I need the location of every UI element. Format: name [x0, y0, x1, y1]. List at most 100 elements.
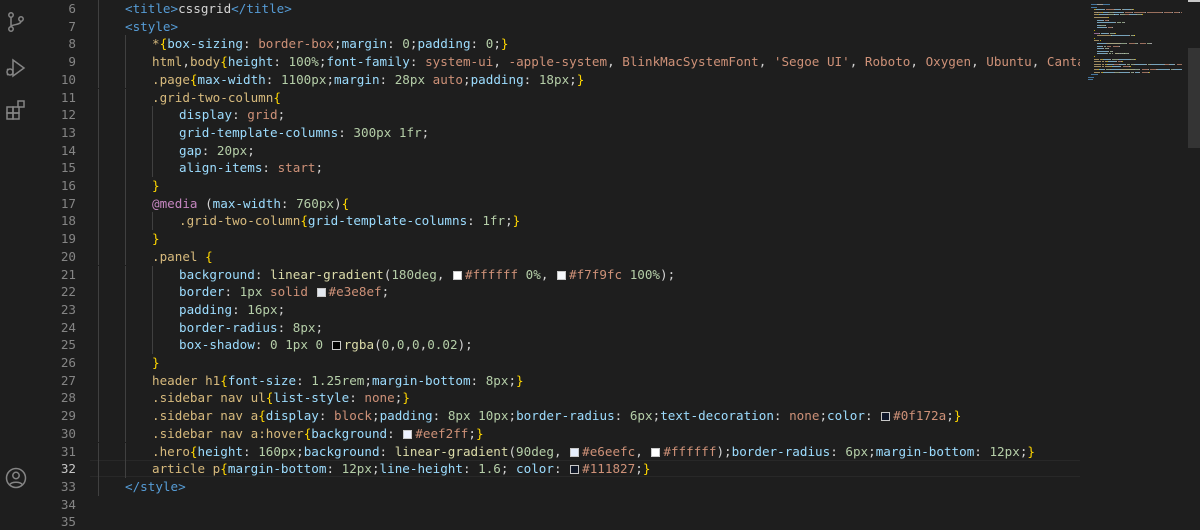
indent-guide: [152, 301, 153, 319]
code-token: {: [190, 72, 198, 87]
code-token: 180deg: [391, 267, 437, 282]
minimap-line: [1107, 43, 1120, 44]
code-line[interactable]: border: 1px solid #e3e8ef;: [179, 283, 389, 300]
code-line[interactable]: .sidebar nav ul{list-style: none;}: [152, 389, 410, 406]
code-line[interactable]: .sidebar nav a{display: block;padding: 8…: [152, 407, 961, 424]
code-token: [198, 249, 206, 264]
code-line[interactable]: }: [152, 177, 160, 194]
code-token: ;: [946, 408, 954, 423]
code-token: ,: [389, 337, 397, 352]
code-token: }: [577, 72, 585, 87]
minimap-line: [1133, 9, 1134, 10]
code-line[interactable]: .sidebar nav a:hover{background: #eef2ff…: [152, 425, 484, 442]
minimap-line: [1097, 53, 1106, 54]
code-line[interactable]: padding: 16px;: [179, 301, 285, 318]
code-token: grid-template-columns: [179, 125, 338, 140]
color-swatch[interactable]: [557, 271, 566, 280]
code-token: :: [554, 461, 569, 476]
minimap-line: [1108, 61, 1117, 62]
code-token: :: [338, 125, 353, 140]
line-number: 10: [32, 71, 76, 88]
code-token: :: [266, 72, 281, 87]
code-line[interactable]: <style>: [125, 18, 178, 35]
code-line[interactable]: .panel {: [152, 248, 213, 265]
code-line[interactable]: @media (max-width: 760px){: [152, 195, 349, 212]
color-swatch[interactable]: [453, 271, 462, 280]
minimap-line: [1142, 14, 1143, 15]
code-line[interactable]: *{box-sizing: border-box;margin: 0;paddi…: [152, 35, 509, 52]
indent-guide: [98, 389, 99, 407]
code-token: }: [152, 178, 160, 193]
code-token: );: [716, 444, 731, 459]
code-line[interactable]: .hero{height: 160px;background: linear-g…: [152, 443, 1035, 460]
run-debug-icon[interactable]: [4, 56, 28, 80]
code-token: #eef2ff: [415, 426, 468, 441]
code-line[interactable]: grid-template-columns: 300px 1fr;: [179, 124, 429, 141]
code-token: :: [232, 302, 247, 317]
code-token: border-radius: [179, 320, 278, 335]
code-line[interactable]: border-radius: 8px;: [179, 319, 323, 336]
account-icon[interactable]: [4, 466, 28, 490]
code-line[interactable]: box-shadow: 0 1px 0 rgba(0,0,0,0.02);: [179, 336, 473, 353]
code-token: ;: [296, 444, 304, 459]
code-line[interactable]: header h1{font-size: 1.25rem;margin-bott…: [152, 372, 524, 389]
code-token: 6px: [845, 444, 868, 459]
code-line[interactable]: }: [152, 230, 160, 247]
code-token: [425, 72, 433, 87]
code-line[interactable]: }: [152, 354, 160, 371]
color-swatch[interactable]: [332, 341, 341, 350]
code-line[interactable]: <title>cssgrid</title>: [125, 0, 292, 17]
code-token: Roboto: [865, 54, 911, 69]
code-token: #0f172a: [893, 408, 946, 423]
code-line[interactable]: gap: 20px;: [179, 142, 255, 159]
code-token: ;: [501, 461, 516, 476]
code-token: (: [374, 337, 382, 352]
indent-guide: [98, 283, 99, 301]
line-number: 15: [32, 159, 76, 176]
code-token: margin: [334, 72, 380, 87]
color-swatch[interactable]: [881, 412, 890, 421]
code-token: {: [273, 90, 281, 105]
indent-guide: [152, 212, 153, 230]
code-token: ;: [819, 408, 827, 423]
code-token: :: [410, 54, 425, 69]
minimap[interactable]: [1082, 0, 1192, 496]
source-control-icon[interactable]: [4, 10, 28, 34]
color-swatch[interactable]: [317, 288, 326, 297]
code-line[interactable]: .page{max-width: 1100px;margin: 28px aut…: [152, 71, 584, 88]
minimap-line: [1129, 43, 1135, 44]
scrollbar-thumb[interactable]: [1188, 48, 1200, 148]
indent-guide: [98, 266, 99, 284]
code-token: border-box: [258, 36, 334, 51]
color-swatch[interactable]: [570, 448, 579, 457]
code-token: linear-gradient: [270, 267, 384, 282]
minimap-line: [1115, 33, 1116, 34]
code-line[interactable]: article p{margin-bottom: 12px;line-heigh…: [152, 460, 650, 477]
code-token: ;: [493, 36, 501, 51]
code-token: #ffffff: [663, 444, 716, 459]
code-line[interactable]: </style>: [125, 478, 186, 495]
extensions-icon[interactable]: [4, 98, 28, 122]
minimap-line: [1100, 40, 1101, 41]
code-token: height: [198, 444, 244, 459]
code-token: 28px: [395, 72, 425, 87]
code-token: start: [278, 160, 316, 175]
indent-guide: [98, 372, 99, 390]
minimap-line: [1125, 12, 1133, 13]
indent-guide: [98, 106, 99, 124]
code-editor[interactable]: <title>cssgrid</title><style>*{box-sizin…: [90, 0, 1080, 496]
indent-guide: [152, 336, 153, 354]
line-number: 32: [32, 460, 76, 477]
code-line[interactable]: display: grid;: [179, 106, 285, 123]
code-line[interactable]: align-items: start;: [179, 159, 323, 176]
code-line[interactable]: .grid-two-column{: [152, 89, 281, 106]
code-line[interactable]: .grid-two-column{grid-template-columns: …: [179, 212, 520, 229]
code-token: 20px: [217, 143, 247, 158]
color-swatch[interactable]: [651, 448, 660, 457]
code-line[interactable]: html,body{height: 100%;font-family: syst…: [152, 53, 1080, 70]
code-line[interactable]: background: linear-gradient(180deg, #fff…: [179, 266, 675, 283]
color-swatch[interactable]: [570, 465, 579, 474]
code-token: {: [220, 461, 228, 476]
code-token: 300px: [353, 125, 391, 140]
color-swatch[interactable]: [403, 430, 412, 439]
